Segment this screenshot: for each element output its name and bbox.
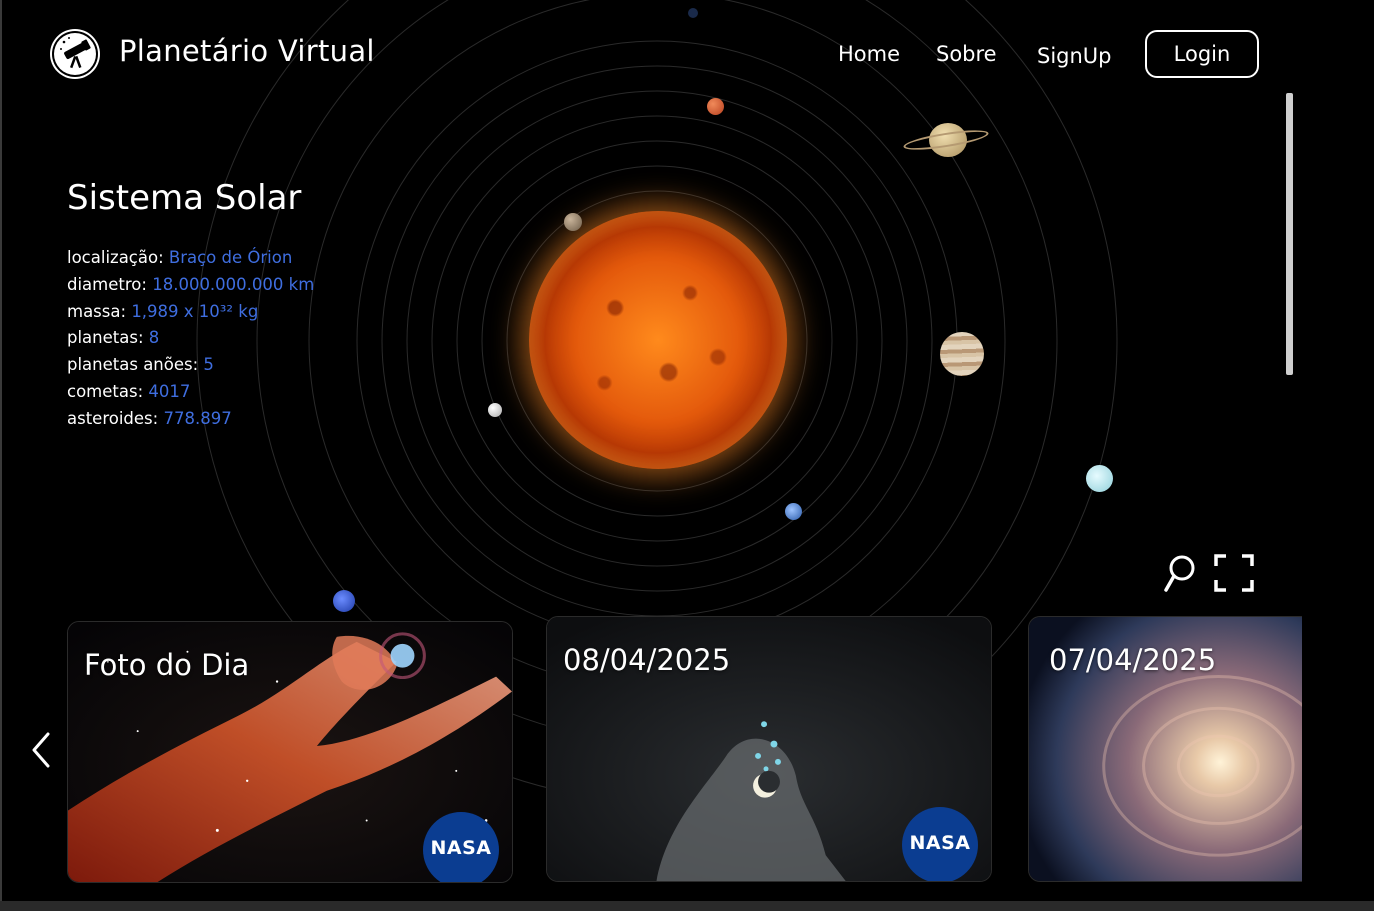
carousel-prev-button[interactable] [28, 730, 56, 770]
search-icon[interactable] [1163, 553, 1197, 599]
nasa-logo-text: NASA [430, 837, 492, 859]
info-label: planetas anões: [67, 355, 199, 375]
info-label: diametro: [67, 274, 147, 294]
app-window: Planetário Virtual Home Sobre SignUp Log… [0, 0, 1374, 911]
info-label: cometas: [67, 381, 144, 401]
planet-mercury[interactable] [564, 213, 582, 231]
info-label: localização: [67, 248, 164, 267]
planet-uranus[interactable] [1086, 465, 1113, 492]
info-row-dwarf-planets: planetas anões: 5 [67, 352, 314, 379]
planet-mars[interactable] [707, 98, 724, 115]
card-title: 07/04/2025 [1049, 643, 1217, 677]
planet-venus[interactable] [488, 403, 502, 417]
photo-card-2025-04-08[interactable]: 08/04/2025 NASA [546, 616, 992, 882]
info-row-comets: cometas: 4017 [67, 379, 314, 406]
info-label: massa: [67, 301, 127, 321]
window-bottom-bar [0, 901, 1374, 911]
card-title: 08/04/2025 [563, 643, 731, 677]
sun[interactable] [529, 211, 787, 469]
window-edge [0, 0, 2, 911]
info-row-mass: massa: 1,989 x 10³² kg [67, 299, 314, 326]
info-row-diameter: diametro: 18.000.000.000 km [67, 272, 314, 299]
photo-card-today[interactable]: Foto do Dia NASA [67, 621, 513, 883]
vertical-scrollbar[interactable] [1286, 93, 1293, 375]
info-value: 4017 [148, 381, 191, 401]
telescope-logo-icon[interactable] [50, 29, 100, 79]
info-value: 778.897 [163, 408, 232, 428]
info-label: asteroides: [67, 408, 159, 428]
info-value: Braço de Órion [168, 248, 293, 267]
nav-home-link[interactable]: Home [838, 42, 900, 66]
chevron-left-icon [32, 732, 50, 768]
fullscreen-icon[interactable] [1213, 553, 1255, 597]
planet-earth[interactable] [785, 503, 802, 520]
info-row-planets: planetas: 8 [67, 325, 314, 352]
system-title: Sistema Solar [67, 178, 302, 218]
nasa-logo-icon: NASA [902, 807, 978, 881]
info-label: planetas: [67, 328, 144, 348]
planet-jupiter[interactable] [940, 332, 984, 376]
card-title: Foto do Dia [84, 648, 250, 682]
nav-sobre-link[interactable]: Sobre [936, 42, 997, 66]
info-value: 1,989 x 10³² kg [131, 301, 259, 321]
system-info-list: localização: Braço de Órion diametro: 18… [67, 245, 314, 433]
info-value: 18.000.000.000 km [152, 274, 315, 294]
info-value: 8 [148, 328, 160, 348]
info-row-asteroids: asteroides: 778.897 [67, 406, 314, 433]
nasa-logo-icon: NASA [423, 812, 499, 882]
brand-title: Planetário Virtual [119, 34, 375, 68]
planet-distant[interactable] [688, 8, 698, 18]
planet-neptune[interactable] [333, 590, 355, 612]
nav-signup-link[interactable]: SignUp [1037, 44, 1112, 68]
info-row-location: localização: Braço de Órion [67, 245, 314, 272]
nasa-logo-text: NASA [909, 832, 971, 854]
photo-card-2025-04-07[interactable]: 07/04/2025 [1028, 616, 1302, 882]
info-value: 5 [203, 355, 214, 375]
login-button[interactable]: Login [1145, 30, 1259, 78]
